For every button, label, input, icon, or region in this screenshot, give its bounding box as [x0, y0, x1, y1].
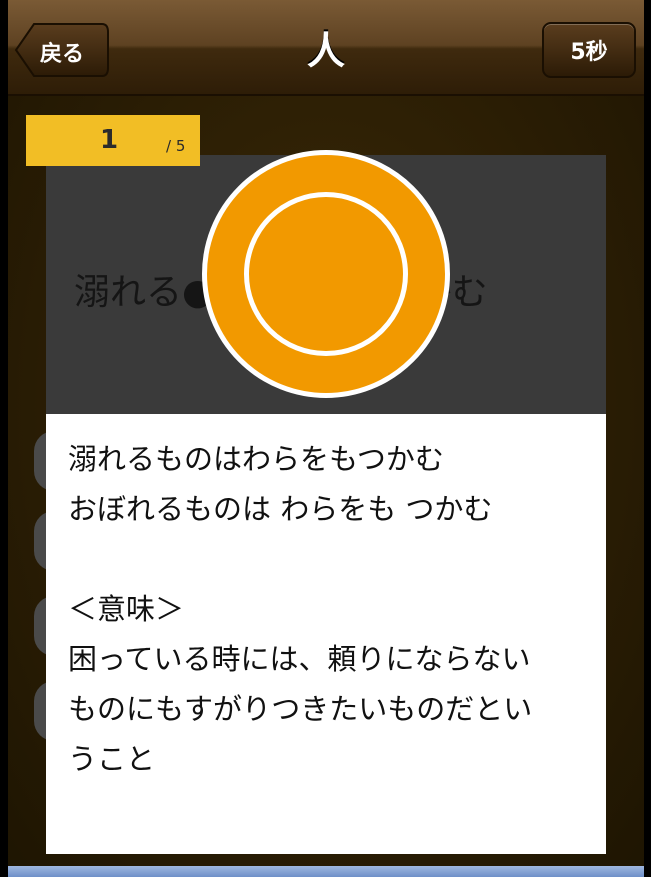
- meaning-text: うこと: [68, 742, 156, 776]
- correct-ring-inner: [244, 192, 408, 356]
- answer-reading: おぼれるものは わらをも つかむ: [68, 492, 493, 526]
- navigation-bar: 戻る 人 5秒: [8, 0, 644, 96]
- meaning-heading: ＜意味＞: [68, 592, 185, 626]
- question-counter: 1 / 5: [26, 115, 200, 166]
- bottom-bar: [8, 866, 644, 877]
- meaning-text: ものにもすがりつきたいものだとい: [68, 692, 533, 726]
- counter-total: / 5: [166, 137, 186, 155]
- meaning-text: 困っている時には、頼りにならない: [68, 642, 531, 676]
- correct-ring-icon: [202, 150, 450, 398]
- answer-text: 溺れるものはわらをもつかむ: [68, 442, 444, 476]
- app-frame: 戻る 人 5秒 溺れる●●は●を●つかむ 1 / 5 溺れるものはわらをもつかむ…: [8, 0, 644, 877]
- counter-current: 1: [100, 125, 119, 155]
- answer-panel: 溺れるものはわらをもつかむ おぼれるものは わらをも つかむ ＜意味＞ 困ってい…: [46, 414, 606, 854]
- timer-button[interactable]: 5秒: [542, 22, 636, 78]
